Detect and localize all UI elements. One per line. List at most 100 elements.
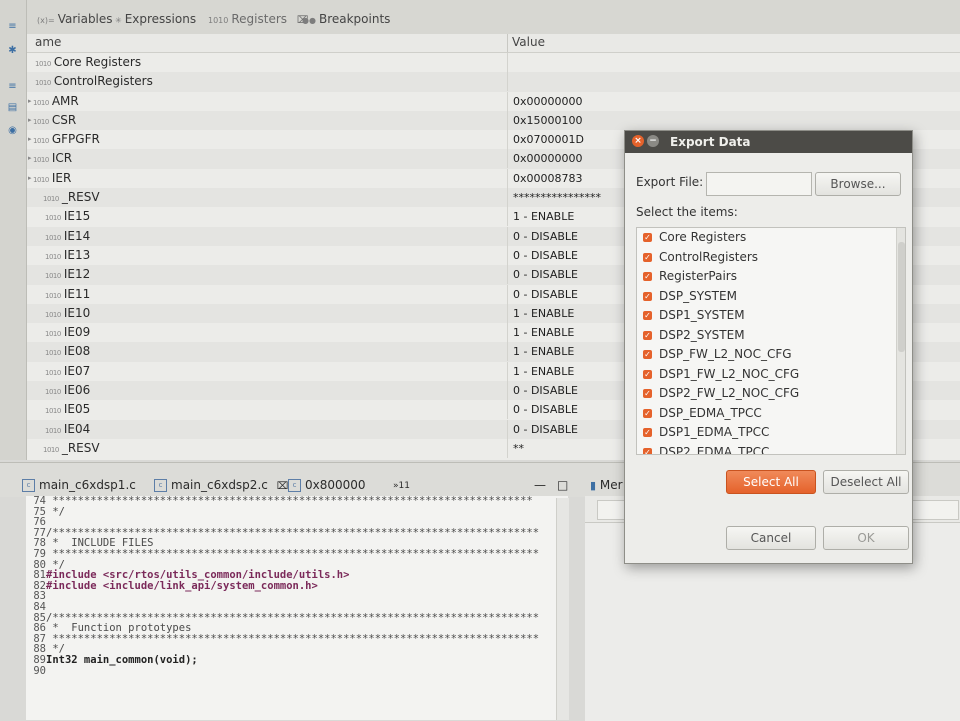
export-file-field[interactable] xyxy=(706,172,812,196)
checklist-item[interactable]: ✓ DSP1_SYSTEM xyxy=(637,306,905,326)
tab-main-c6xdsp2[interactable]: c main_c6xdsp2.c ⌧ xyxy=(154,478,288,492)
close-icon[interactable]: ⌧ xyxy=(277,481,289,492)
checkbox-checked-icon[interactable]: ✓ xyxy=(643,291,652,301)
register-name: 1010 _RESV xyxy=(43,190,100,205)
register-value[interactable]: 0 - DISABLE xyxy=(513,246,578,265)
register-value[interactable]: 1 - ENABLE xyxy=(513,342,574,361)
console-icon[interactable]: ▤ xyxy=(6,101,19,114)
checklist-item[interactable]: ✓ ControlRegisters xyxy=(637,248,905,268)
checkbox-checked-icon[interactable]: ✓ xyxy=(643,252,652,262)
checklist-item[interactable]: ✓ DSP2_SYSTEM xyxy=(637,326,905,346)
checkbox-checked-icon[interactable]: ✓ xyxy=(643,408,652,418)
checkbox-checked-icon[interactable]: ✓ xyxy=(643,350,652,359)
register-value[interactable]: 1 - ENABLE xyxy=(513,304,574,323)
cancel-button[interactable]: Cancel xyxy=(726,526,816,550)
register-value[interactable]: 0x15000100 xyxy=(513,111,583,130)
code-line: 75 */ xyxy=(26,505,568,518)
deselect-all-button[interactable]: Deselect All xyxy=(823,470,909,494)
checklist-item[interactable]: ✓ DSP1_FW_L2_NOC_CFG xyxy=(637,365,905,385)
select-all-button[interactable]: Select All xyxy=(726,470,816,494)
register-value[interactable]: 0 - DISABLE xyxy=(513,265,578,284)
register-value[interactable]: 1 - ENABLE xyxy=(513,323,574,342)
checkbox-checked-icon[interactable]: ✓ xyxy=(643,369,652,379)
table-row[interactable]: 1010 Core Registers xyxy=(27,53,960,72)
close-window-icon[interactable]: × xyxy=(632,135,644,147)
tab-breakpoints[interactable]: ●● Breakpoints xyxy=(302,10,390,28)
checklist-item[interactable]: ✓ DSP2_EDMA_TPCC xyxy=(637,443,905,454)
browse-button[interactable]: Browse... xyxy=(815,172,901,196)
checklist-item[interactable]: ✓ Core Registers xyxy=(637,228,905,248)
name-column-header[interactable]: ame xyxy=(35,35,61,49)
register-value[interactable]: 1 - ENABLE xyxy=(513,207,574,226)
register-icon: 1010 xyxy=(45,272,61,281)
checklist-item[interactable]: ✓ DSP2_FW_L2_NOC_CFG xyxy=(637,384,905,404)
register-value[interactable]: 0 - DISABLE xyxy=(513,227,578,246)
checklist-item[interactable]: ✓ DSP_SYSTEM xyxy=(637,287,905,307)
checkbox-checked-icon[interactable]: ✓ xyxy=(643,311,652,320)
register-name: 1010 IE13 xyxy=(45,247,91,262)
register-value[interactable]: 1 - ENABLE xyxy=(513,362,574,381)
ok-button[interactable]: OK xyxy=(823,526,909,550)
checkbox-checked-icon[interactable]: ✓ xyxy=(643,272,652,281)
register-value[interactable]: 0 - DISABLE xyxy=(513,400,578,419)
code-editor[interactable]: 74 *************************************… xyxy=(26,496,568,720)
debug-icon[interactable]: ✱ xyxy=(6,44,19,57)
register-icon: 1010 xyxy=(43,445,59,454)
register-name: 1010 _RESV xyxy=(43,440,100,455)
table-row[interactable]: 1010 ControlRegisters xyxy=(27,72,960,92)
register-name: 1010 AMR xyxy=(33,93,79,108)
register-icon: 1010 xyxy=(45,349,61,358)
minimize-window-icon[interactable]: − xyxy=(647,135,659,147)
checkbox-checked-icon[interactable]: ✓ xyxy=(643,233,652,242)
checklist-item[interactable]: ✓ DSP1_EDMA_TPCC xyxy=(637,423,905,443)
table-row[interactable]: ▸ 1010 AMR 0x00000000 xyxy=(27,91,960,111)
expand-icon[interactable]: ▸ xyxy=(28,111,32,130)
export-data-dialog: × − Export Data Export File: Browse... S… xyxy=(624,130,913,564)
register-value[interactable]: 0x00000000 xyxy=(513,149,583,168)
checkbox-checked-icon[interactable]: ✓ xyxy=(643,447,652,454)
register-value[interactable]: 0 - DISABLE xyxy=(513,285,578,304)
checklist-item[interactable]: ✓ DSP_FW_L2_NOC_CFG xyxy=(637,345,905,365)
maximize-icon[interactable]: □ xyxy=(557,478,568,492)
tab-memory[interactable]: ▮ Mer xyxy=(590,478,623,492)
table-row[interactable]: ▸ 1010 CSR 0x15000100 xyxy=(27,110,960,131)
expand-icon[interactable]: ▸ xyxy=(28,149,32,168)
tab-memory-address[interactable]: c 0x800000 xyxy=(288,478,366,492)
menu-icon-2[interactable]: ≡ xyxy=(6,80,19,93)
register-value[interactable]: 0x0700001D xyxy=(513,130,584,149)
camera-icon[interactable]: ◉ xyxy=(6,124,19,137)
menu-icon[interactable]: ≡ xyxy=(6,20,19,33)
select-items-label: Select the items: xyxy=(636,205,738,219)
checkbox-checked-icon[interactable]: ✓ xyxy=(643,330,652,340)
value-column-header[interactable]: Value xyxy=(512,35,545,49)
register-icon: 1010 xyxy=(45,214,61,223)
register-value[interactable]: 0x00000000 xyxy=(513,92,583,111)
tab-registers[interactable]: 1010 Registers ⌧ xyxy=(208,10,308,28)
tab-expressions[interactable]: ✳ Expressions xyxy=(115,10,196,28)
checklist-item[interactable]: ✓ RegisterPairs xyxy=(637,267,905,287)
code-line: 82#include <include/link_api/system_comm… xyxy=(26,579,568,592)
tab-main-c6xdsp1[interactable]: c main_c6xdsp1.c xyxy=(22,478,136,492)
register-icon: 1010 xyxy=(45,330,61,339)
checkbox-checked-icon[interactable]: ✓ xyxy=(643,428,652,437)
code-text: #include <include/link_api/system_common… xyxy=(46,579,318,592)
checklist-item[interactable]: ✓ DSP_EDMA_TPCC xyxy=(637,404,905,424)
register-value[interactable]: ** xyxy=(513,439,524,458)
tab-variables[interactable]: (x)= Variables xyxy=(37,10,113,28)
code-line: 89Int32 main_common(void); xyxy=(26,655,568,666)
checklist-scrollbar[interactable] xyxy=(896,228,905,454)
editor-scrollbar[interactable] xyxy=(556,498,569,720)
minimize-icon[interactable]: — xyxy=(534,478,546,492)
more-tabs-indicator[interactable]: »11 xyxy=(393,481,410,491)
expand-icon[interactable]: ▸ xyxy=(28,130,32,149)
register-icon: 1010 xyxy=(45,407,61,416)
register-value[interactable]: 0 - DISABLE xyxy=(513,420,578,439)
checkbox-checked-icon[interactable]: ✓ xyxy=(643,389,652,398)
expand-icon[interactable]: ▸ xyxy=(28,92,32,111)
code-text: */ xyxy=(46,505,65,518)
register-value[interactable]: **************** xyxy=(513,188,601,207)
code-text: Int32 main_common(void); xyxy=(46,653,198,666)
register-value[interactable]: 0 - DISABLE xyxy=(513,381,578,400)
register-value[interactable]: 0x00008783 xyxy=(513,169,583,188)
expand-icon[interactable]: ▸ xyxy=(28,169,32,188)
